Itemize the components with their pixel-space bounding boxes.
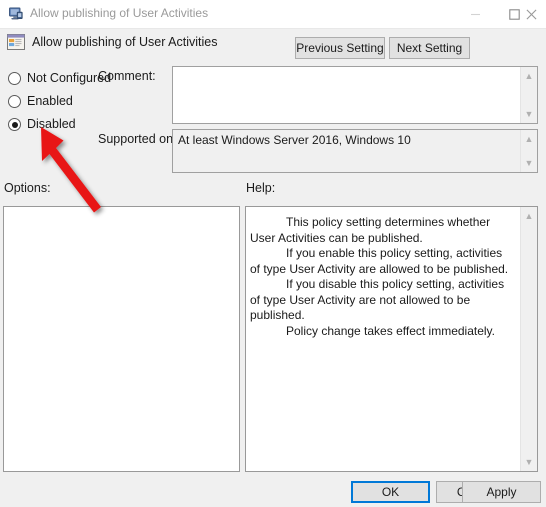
radio-label-enabled: Enabled <box>27 94 73 108</box>
radio-enabled[interactable]: Enabled <box>8 93 73 110</box>
radio-not-configured[interactable]: Not Configured <box>8 70 111 87</box>
radio-disabled[interactable]: Disabled <box>8 116 76 133</box>
setting-name-label: Allow publishing of User Activities <box>32 35 218 49</box>
scroll-down-icon[interactable]: ▼ <box>521 107 537 121</box>
ok-button[interactable]: OK <box>351 481 430 503</box>
previous-setting-button[interactable]: Previous Setting <box>295 37 385 59</box>
scroll-up-icon[interactable]: ▲ <box>521 69 537 83</box>
help-paragraph: Policy change takes effect immediately. <box>286 323 495 338</box>
group-policy-setting-icon <box>6 32 26 52</box>
scroll-down-icon[interactable]: ▼ <box>521 156 537 170</box>
help-label: Help: <box>246 181 276 195</box>
supported-on-field: At least Windows Server 2016, Windows 10… <box>172 129 538 173</box>
apply-button[interactable]: Apply <box>462 481 541 503</box>
close-button[interactable] <box>516 0 546 28</box>
scroll-up-icon[interactable]: ▲ <box>521 132 537 146</box>
help-scrollbar[interactable]: ▲ ▼ <box>520 207 537 471</box>
next-setting-button[interactable]: Next Setting <box>389 37 470 59</box>
scroll-down-icon[interactable]: ▼ <box>521 455 537 469</box>
help-paragraph: If you enable this policy setting, activ… <box>250 246 509 276</box>
help-text: This policy setting determines whether U… <box>246 207 520 471</box>
help-panel: This policy setting determines whether U… <box>245 206 538 472</box>
supported-on-label: Supported on: <box>98 132 177 146</box>
options-panel[interactable] <box>3 206 240 472</box>
comment-scrollbar[interactable]: ▲ ▼ <box>520 67 537 123</box>
title-bar: Allow publishing of User Activities <box>0 0 546 29</box>
help-paragraph: If you disable this policy setting, acti… <box>250 277 505 322</box>
policy-monitor-icon <box>8 6 24 22</box>
group-policy-setting-dialog: Allow publishing of User Activities Allo… <box>0 0 546 507</box>
radio-indicator-enabled <box>8 95 21 108</box>
options-label: Options: <box>4 181 51 195</box>
radio-label-disabled: Disabled <box>27 117 76 131</box>
comment-textarea[interactable]: ▲ ▼ <box>172 66 538 124</box>
supported-on-value: At least Windows Server 2016, Windows 10 <box>178 133 411 147</box>
radio-indicator-disabled <box>8 118 21 131</box>
close-icon <box>526 9 536 19</box>
minimize-icon <box>471 13 480 15</box>
supported-on-scrollbar[interactable]: ▲ ▼ <box>520 130 537 172</box>
comment-value[interactable] <box>173 67 520 123</box>
comment-label: Comment: <box>98 69 156 83</box>
help-paragraph: This policy setting determines whether U… <box>250 215 491 245</box>
window-title: Allow publishing of User Activities <box>30 6 209 20</box>
radio-indicator-not-configured <box>8 72 21 85</box>
scroll-up-icon[interactable]: ▲ <box>521 209 537 223</box>
